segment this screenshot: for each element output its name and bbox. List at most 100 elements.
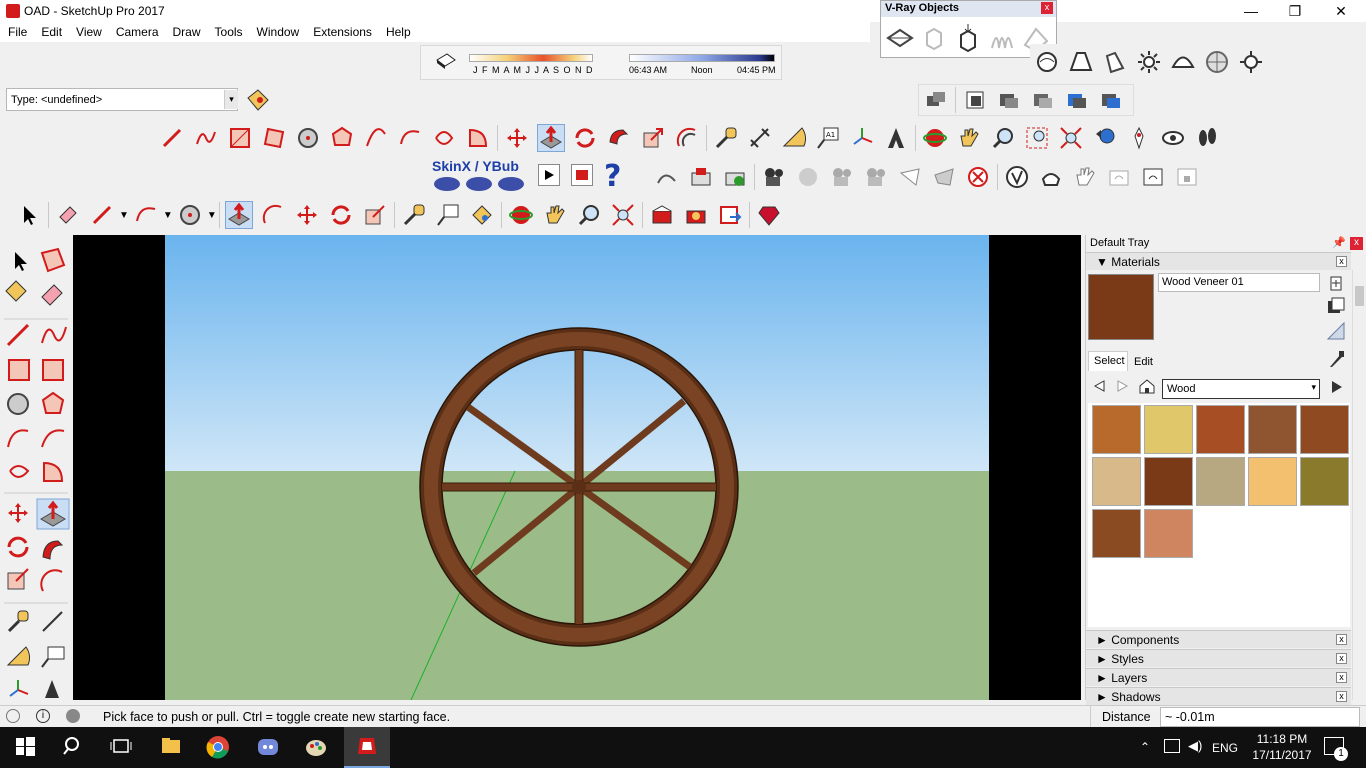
date-slider[interactable] xyxy=(469,54,593,62)
eraser-tool-icon[interactable] xyxy=(54,201,82,229)
circle-left-icon[interactable] xyxy=(7,393,29,415)
layers-panel-header[interactable]: ► Layers x xyxy=(1086,668,1351,686)
back-view-icon[interactable] xyxy=(1063,86,1091,114)
dimension-left-icon[interactable] xyxy=(42,611,63,632)
material-swatch[interactable] xyxy=(1144,509,1193,558)
pie-tool-icon[interactable] xyxy=(464,124,492,152)
protractor-icon[interactable] xyxy=(780,124,808,152)
geo-location-icon[interactable] xyxy=(6,709,20,723)
wooden-wheel[interactable] xyxy=(419,327,739,647)
3d-text-icon[interactable] xyxy=(882,124,910,152)
maximize-button[interactable]: ❐ xyxy=(1272,0,1318,22)
3d-warehouse-icon[interactable] xyxy=(648,201,676,229)
protractor-left-icon[interactable] xyxy=(6,646,31,666)
omni-light-icon[interactable] xyxy=(1033,48,1061,76)
zoom-extents-icon[interactable] xyxy=(1057,124,1085,152)
tape-measure-icon[interactable] xyxy=(712,124,740,152)
make-component-icon[interactable] xyxy=(40,247,66,273)
top-view-icon[interactable] xyxy=(961,86,989,114)
pin-icon[interactable]: 📌 xyxy=(1332,236,1346,249)
tray-scrollbar[interactable] xyxy=(1352,270,1365,700)
offset-tool-2-icon[interactable] xyxy=(259,201,287,229)
menu-file[interactable]: File xyxy=(0,22,33,39)
shape-dropdown-arrow[interactable]: ▼ xyxy=(207,210,217,221)
axes-tool-icon[interactable] xyxy=(848,124,876,152)
model-viewport[interactable] xyxy=(73,235,1081,700)
shadows-panel-header[interactable]: ► Shadows x xyxy=(1086,687,1351,705)
time-slider[interactable] xyxy=(629,54,775,62)
select-tool-left-icon[interactable] xyxy=(15,252,27,271)
paint-bucket-tags-icon[interactable] xyxy=(244,86,272,114)
axes-left-icon[interactable] xyxy=(9,680,29,697)
orbit-tool-2-icon[interactable] xyxy=(507,201,535,229)
camera-delete-icon[interactable] xyxy=(964,163,992,191)
material-swatch[interactable] xyxy=(1092,405,1141,454)
vray-frame-buffer-icon[interactable] xyxy=(1139,163,1167,191)
position-camera-icon[interactable] xyxy=(1125,124,1153,152)
chrome-icon[interactable] xyxy=(206,735,232,761)
type-dropdown-arrow[interactable]: ▾ xyxy=(224,90,238,109)
camera-plane-icon[interactable] xyxy=(930,163,958,191)
menu-extensions[interactable]: Extensions xyxy=(305,22,378,39)
user-icon[interactable] xyxy=(66,709,80,723)
line-left-icon[interactable] xyxy=(6,323,30,347)
move-tool-2-icon[interactable] xyxy=(293,201,321,229)
push-pull-tool-2-icon[interactable] xyxy=(224,201,253,229)
material-swatch[interactable] xyxy=(1248,405,1297,454)
vray-proxy-icon[interactable] xyxy=(885,23,915,53)
material-swatch[interactable] xyxy=(1144,405,1193,454)
sun-light-icon[interactable] xyxy=(1135,48,1163,76)
arc-tool-icon[interactable] xyxy=(362,124,390,152)
network-icon[interactable] xyxy=(1164,739,1180,753)
freehand-tool-icon[interactable] xyxy=(192,124,220,152)
two-point-arc-left-icon[interactable] xyxy=(41,429,65,448)
text-left-icon[interactable] xyxy=(41,646,65,668)
stop-button[interactable] xyxy=(571,164,593,186)
menu-help[interactable]: Help xyxy=(378,22,417,39)
follow-me-tool-icon[interactable] xyxy=(605,124,633,152)
library-dropdown[interactable]: Wood ▾ xyxy=(1162,379,1320,399)
move-left-icon[interactable] xyxy=(8,503,28,523)
mesh-light-icon[interactable] xyxy=(1237,48,1265,76)
shadows-close-icon[interactable]: x xyxy=(1336,691,1347,702)
volume-icon[interactable]: ◀) xyxy=(1188,738,1202,754)
home-icon[interactable] xyxy=(1138,378,1156,394)
vray-material-editor-icon[interactable] xyxy=(1037,163,1065,191)
orbit-tool-icon[interactable] xyxy=(921,124,949,152)
material-swatch[interactable] xyxy=(1248,457,1297,506)
line-tool-2-icon[interactable] xyxy=(88,201,116,229)
material-swatch[interactable] xyxy=(1300,405,1349,454)
discord-icon[interactable] xyxy=(256,735,282,761)
zoom-tool-2-icon[interactable] xyxy=(575,201,603,229)
zoom-extents-2-icon[interactable] xyxy=(609,201,637,229)
camera-look-through-icon[interactable] xyxy=(794,163,822,191)
iso-view-icon[interactable] xyxy=(922,86,950,114)
scale-tool-2-icon[interactable] xyxy=(361,201,389,229)
ies-light-icon[interactable] xyxy=(1101,48,1129,76)
zoom-tool-icon[interactable] xyxy=(989,124,1017,152)
paint-icon[interactable] xyxy=(304,735,330,761)
offset-tool-icon[interactable] xyxy=(673,124,701,152)
text-tool-2-icon[interactable] xyxy=(434,201,462,229)
text-tool-icon[interactable]: A1 xyxy=(814,124,842,152)
material-library-icon[interactable] xyxy=(1326,297,1346,315)
freehand-left-icon[interactable] xyxy=(41,326,67,344)
play-button[interactable] xyxy=(538,164,560,186)
camera-show-frustum-lines-icon[interactable] xyxy=(862,163,890,191)
vray-logo-icon[interactable] xyxy=(1003,163,1031,191)
ruby-console-icon[interactable] xyxy=(755,201,783,229)
left-view-icon[interactable] xyxy=(1097,86,1125,114)
rotate-tool-2-icon[interactable] xyxy=(327,201,355,229)
arc-dropdown-arrow[interactable]: ▼ xyxy=(163,210,173,221)
extension-warehouse-icon[interactable] xyxy=(682,201,710,229)
arc-tool-2-icon[interactable] xyxy=(132,201,160,229)
polygon-left-icon[interactable] xyxy=(41,391,65,414)
layers-close-icon[interactable]: x xyxy=(1336,672,1347,683)
close-button[interactable]: ✕ xyxy=(1318,0,1364,22)
menu-camera[interactable]: Camera xyxy=(108,22,165,39)
polygon-tool-icon[interactable] xyxy=(328,124,356,152)
circle-tool-icon[interactable] xyxy=(294,124,322,152)
line-dropdown-arrow[interactable]: ▼ xyxy=(119,210,129,221)
material-swatch[interactable] xyxy=(1092,509,1141,558)
three-point-arc-left-icon[interactable] xyxy=(9,465,30,478)
